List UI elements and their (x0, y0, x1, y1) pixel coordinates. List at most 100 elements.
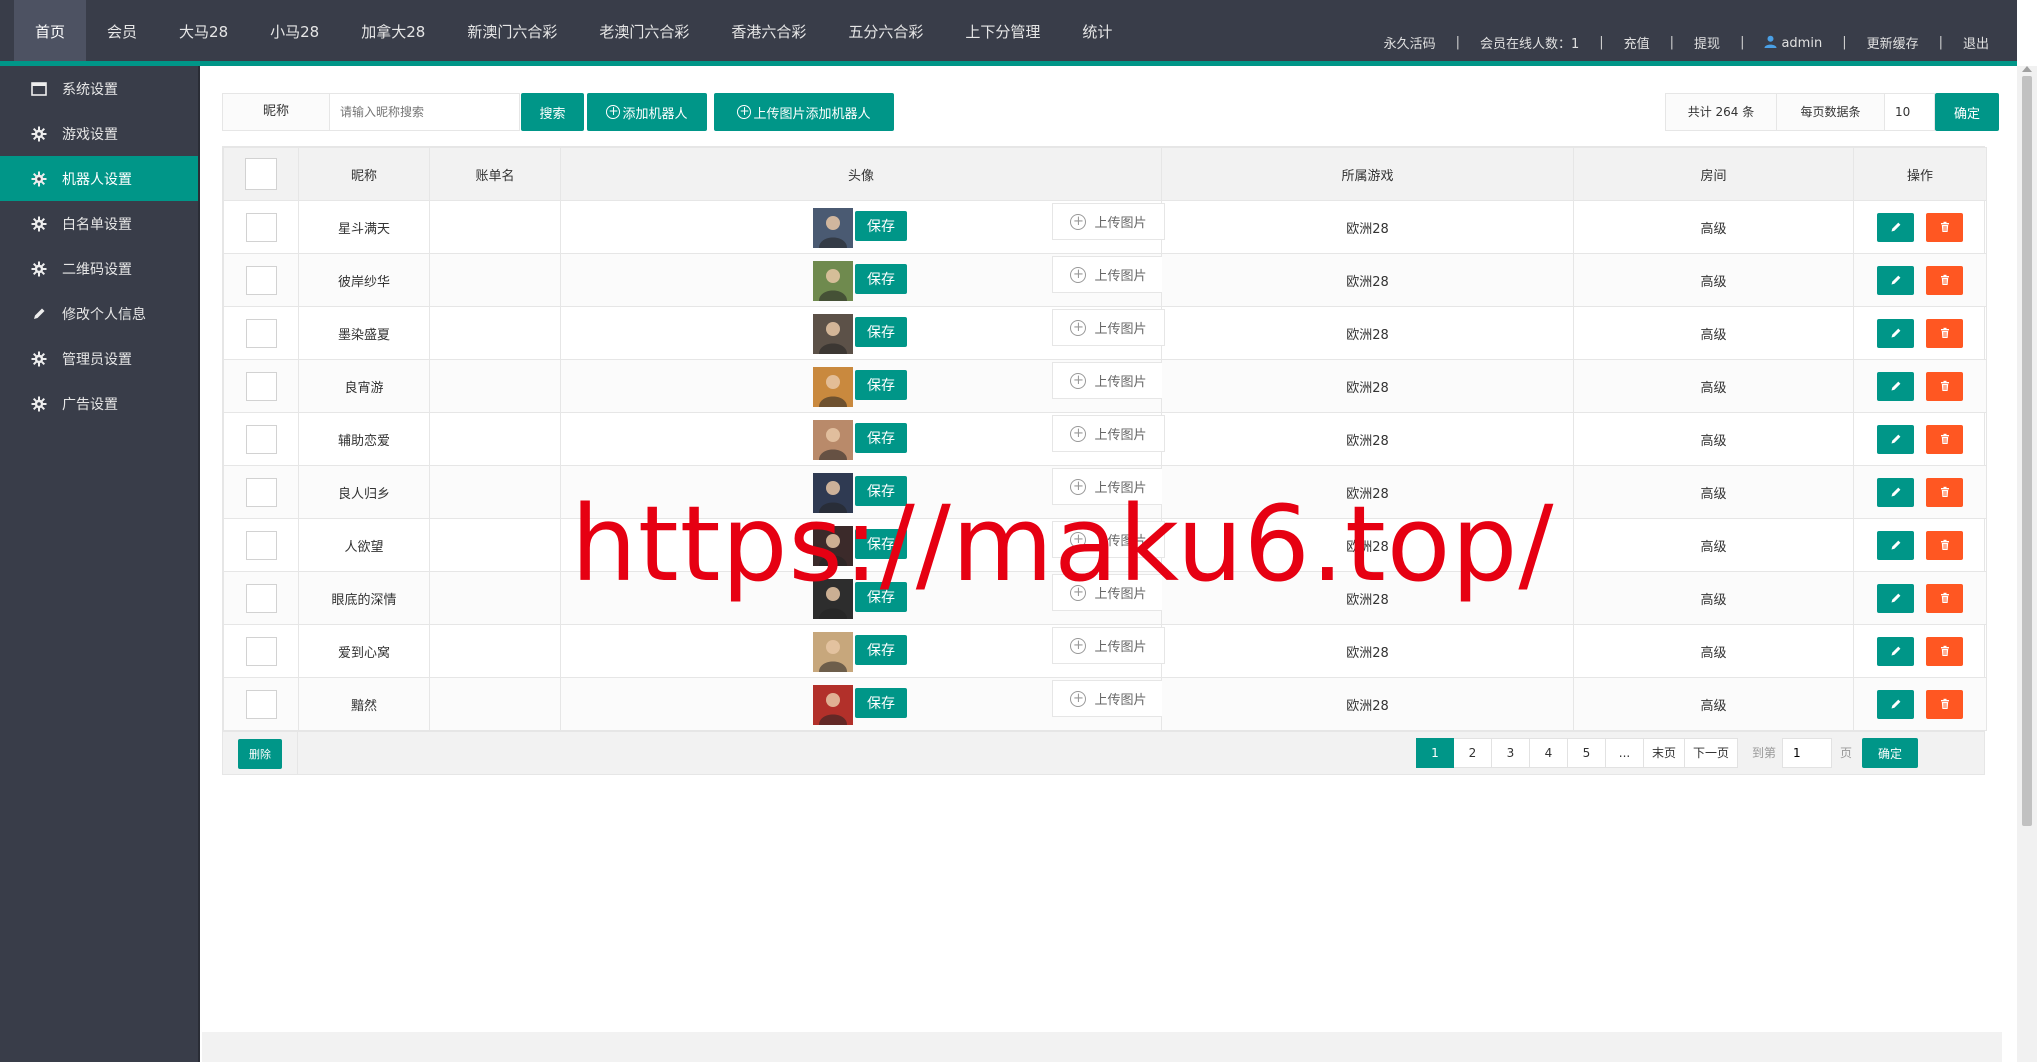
delete-button[interactable] (1926, 583, 1963, 613)
upload-image-button[interactable]: + 上传图片 (1052, 680, 1165, 717)
delete-selected-button[interactable]: 删除 (238, 739, 282, 769)
row-checkbox[interactable] (245, 583, 277, 613)
delete-button[interactable] (1926, 265, 1963, 295)
nav-item[interactable]: 五分六合彩 (827, 0, 944, 61)
row-checkbox[interactable] (245, 212, 277, 242)
edit-button[interactable] (1877, 371, 1914, 401)
upload-image-button[interactable]: + 上传图片 (1052, 256, 1165, 293)
nav-item[interactable]: 上下分管理 (944, 0, 1061, 61)
save-avatar-button[interactable]: 保存 (855, 370, 907, 400)
nickname-search-input[interactable] (330, 93, 520, 131)
edit-button[interactable] (1877, 583, 1914, 613)
edit-button[interactable] (1877, 212, 1914, 242)
nav-item[interactable]: 统计 (1061, 0, 1133, 61)
save-avatar-button[interactable]: 保存 (855, 423, 907, 453)
delete-button[interactable] (1926, 424, 1963, 454)
row-checkbox[interactable] (245, 530, 277, 560)
plus-circle-icon: + (1070, 478, 1087, 495)
user-menu[interactable]: admin (1744, 35, 1842, 51)
upload-image-button[interactable]: + 上传图片 (1052, 468, 1165, 505)
clear-cache-link[interactable]: 更新缓存 (1847, 33, 1939, 52)
recharge-link[interactable]: 充值 (1604, 33, 1670, 52)
upload-image-button[interactable]: + 上传图片 (1052, 362, 1165, 399)
sidebar-item[interactable]: 修改个人信息 (0, 291, 198, 336)
nav-item[interactable]: 小马28 (249, 0, 340, 61)
upload-add-robot-button[interactable]: + 上传图片添加机器人 (714, 93, 894, 131)
page-button[interactable]: 4 (1530, 738, 1568, 768)
withdraw-link[interactable]: 提现 (1674, 33, 1740, 52)
delete-button[interactable] (1926, 689, 1963, 719)
edit-button[interactable] (1877, 318, 1914, 348)
edit-button[interactable] (1877, 265, 1914, 295)
delete-button[interactable] (1926, 212, 1963, 242)
edit-button[interactable] (1877, 636, 1914, 666)
page-button[interactable]: 2 (1454, 738, 1492, 768)
save-avatar-button[interactable]: 保存 (855, 688, 907, 718)
save-avatar-button[interactable]: 保存 (855, 476, 907, 506)
nav-item[interactable]: 首页 (14, 0, 87, 61)
nav-item[interactable]: 加拿大28 (340, 0, 446, 61)
goto-page-input[interactable] (1782, 738, 1833, 768)
row-checkbox[interactable] (245, 689, 277, 719)
add-robot-button[interactable]: + 添加机器人 (587, 93, 707, 131)
row-checkbox[interactable] (245, 477, 277, 507)
upload-image-button[interactable]: + 上传图片 (1052, 309, 1165, 346)
upload-image-button[interactable]: + 上传图片 (1052, 627, 1165, 664)
delete-button[interactable] (1926, 371, 1963, 401)
per-page-input[interactable] (1885, 93, 1935, 131)
sidebar-item[interactable]: 系统设置 (0, 66, 198, 111)
save-avatar-button[interactable]: 保存 (855, 211, 907, 241)
page-button[interactable]: 3 (1492, 738, 1530, 768)
save-avatar-button[interactable]: 保存 (855, 529, 907, 559)
upload-image-button[interactable]: + 上传图片 (1052, 574, 1165, 611)
row-checkbox[interactable] (245, 265, 277, 295)
page-scrollbar[interactable] (2017, 66, 2037, 1062)
row-checkbox[interactable] (245, 371, 277, 401)
activation-link[interactable]: 永久活码 (1364, 33, 1456, 52)
edit-button[interactable] (1877, 689, 1914, 719)
row-checkbox[interactable] (245, 636, 277, 666)
page-button[interactable]: 下一页 (1685, 738, 1739, 768)
nav-item[interactable]: 大马28 (158, 0, 249, 61)
delete-button[interactable] (1926, 530, 1963, 560)
save-avatar-button[interactable]: 保存 (855, 317, 907, 347)
nav-item[interactable]: 香港六合彩 (710, 0, 827, 61)
pencil-icon (1891, 275, 1900, 285)
save-avatar-button[interactable]: 保存 (855, 635, 907, 665)
logout-link[interactable]: 退出 (1943, 33, 2009, 52)
delete-button[interactable] (1926, 477, 1963, 507)
scroll-up-arrow-icon[interactable] (2022, 66, 2032, 72)
nav-item[interactable]: 老澳门六合彩 (578, 0, 710, 61)
row-select-cell (223, 253, 299, 307)
upload-image-button[interactable]: + 上传图片 (1052, 415, 1165, 452)
upload-image-button[interactable]: + 上传图片 (1052, 521, 1165, 558)
row-checkbox[interactable] (245, 318, 277, 348)
upload-image-button[interactable]: + 上传图片 (1052, 203, 1165, 240)
scrollbar-thumb[interactable] (2022, 76, 2032, 826)
edit-button[interactable] (1877, 530, 1914, 560)
sidebar-item[interactable]: 游戏设置 (0, 111, 198, 156)
save-avatar-button[interactable]: 保存 (855, 264, 907, 294)
page-button[interactable]: 末页 (1644, 738, 1686, 768)
page-button[interactable]: 5 (1568, 738, 1606, 768)
per-page-confirm-button[interactable]: 确定 (1935, 93, 1999, 131)
save-avatar-button[interactable]: 保存 (855, 582, 907, 612)
avatar (813, 314, 853, 354)
sidebar-item[interactable]: 管理员设置 (0, 336, 198, 381)
sidebar-item[interactable]: 白名单设置 (0, 201, 198, 246)
page-button[interactable]: ... (1606, 738, 1644, 768)
nav-item[interactable]: 会员 (86, 0, 158, 61)
search-button[interactable]: 搜索 (521, 93, 584, 131)
edit-button[interactable] (1877, 424, 1914, 454)
edit-button[interactable] (1877, 477, 1914, 507)
page-button[interactable]: 1 (1416, 738, 1454, 768)
goto-confirm-button[interactable]: 确定 (1862, 738, 1919, 768)
sidebar-item[interactable]: 广告设置 (0, 381, 198, 426)
row-checkbox[interactable] (245, 424, 277, 454)
sidebar-item[interactable]: 二维码设置 (0, 246, 198, 291)
sidebar-item[interactable]: 机器人设置 (0, 156, 198, 201)
nav-item[interactable]: 新澳门六合彩 (446, 0, 578, 61)
delete-button[interactable] (1926, 318, 1963, 348)
select-all-checkbox[interactable] (245, 158, 277, 190)
delete-button[interactable] (1926, 636, 1963, 666)
